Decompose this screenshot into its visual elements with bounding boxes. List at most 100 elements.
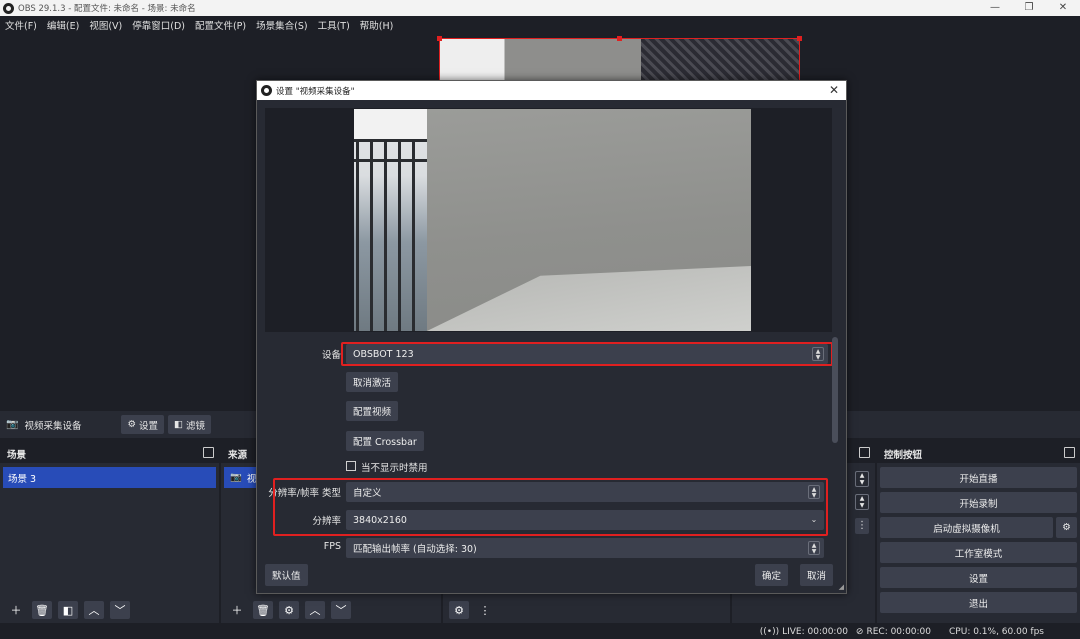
plus-icon: ＋	[10, 604, 22, 617]
mixer-menu-button[interactable]: ⋮	[475, 601, 495, 619]
move-source-down-button[interactable]: ﹀	[331, 601, 351, 619]
move-scene-down-button[interactable]: ﹀	[110, 601, 130, 619]
popout-icon[interactable]	[203, 447, 214, 458]
cpu-usage: CPU: 0.1%, 60.00 fps	[949, 626, 1044, 637]
remove-scene-button[interactable]: 🗑	[32, 601, 52, 619]
remove-source-button[interactable]: 🗑	[253, 601, 273, 619]
virtual-camera-settings-button[interactable]: ⚙	[1056, 517, 1077, 538]
popout-icon[interactable]	[1064, 447, 1075, 458]
menu-profile[interactable]: 配置文件(P)	[195, 18, 246, 32]
scenes-dock-toolbar: ＋ 🗑 ◧ ︿ ﹀	[0, 597, 219, 623]
camera-icon: 📷	[230, 472, 242, 483]
plus-icon: ＋	[231, 604, 243, 617]
camera-feed-window-top	[354, 109, 427, 139]
chevron-down-icon: ﹀	[114, 604, 126, 617]
transition-menu-button[interactable]: ⋮	[855, 518, 869, 534]
filter-icon: ◧	[174, 419, 183, 430]
close-window-button[interactable]: ✕	[1046, 0, 1080, 16]
add-scene-button[interactable]: ＋	[6, 601, 26, 619]
source-properties-dialog: 设置 "视频采集设备" ✕ 设备 OBSBOT 123 ▲ ▼ 取消激活 配置视频…	[256, 80, 847, 594]
add-source-button[interactable]: ＋	[227, 601, 247, 619]
preview-source-frame[interactable]	[439, 38, 800, 82]
start-virtual-camera-button[interactable]: 启动虚拟摄像机	[880, 517, 1053, 538]
camera-icon: 📷	[6, 419, 19, 430]
minimize-button[interactable]: —	[978, 0, 1012, 16]
popout-icon[interactable]	[859, 447, 870, 458]
dialog-scrollbar[interactable]	[832, 337, 838, 443]
resize-handle[interactable]	[617, 36, 622, 41]
menu-edit[interactable]: 编辑(E)	[47, 18, 79, 32]
sources-dock-title: 来源	[228, 449, 248, 461]
source-filters-button[interactable]: ◧ 滤镜	[168, 415, 212, 434]
trash-icon: 🗑	[35, 603, 49, 617]
window-titlebar: OBS 29.1.3 - 配置文件: 未命名 - 场景: 未命名 — ❐ ✕	[0, 0, 1080, 16]
window-rail	[354, 159, 427, 162]
camera-feed-window	[354, 109, 427, 331]
restore-button[interactable]: ❐	[1012, 0, 1046, 16]
sources-dock-toolbar: ＋ 🗑 ⚙ ︿ ﹀	[221, 597, 441, 623]
source-settings-label: 设置	[139, 420, 159, 432]
disable-when-hidden-checkbox[interactable]	[346, 461, 356, 471]
resize-handle[interactable]	[797, 36, 802, 41]
trash-icon: 🗑	[256, 603, 270, 617]
fps-label: FPS	[323, 541, 341, 552]
duration-stepper[interactable]: ▲ ▼	[855, 494, 869, 510]
scene-filters-button[interactable]: ◧	[58, 601, 78, 619]
source-properties-button[interactable]: ⚙	[279, 601, 299, 619]
resize-grip-icon[interactable]: ◢	[839, 583, 844, 591]
chevron-down-icon: ﹀	[335, 604, 347, 617]
gear-icon: ⚙	[127, 419, 136, 430]
cancel-button[interactable]: 取消	[800, 564, 834, 586]
transition-stepper[interactable]: ▲ ▼	[855, 471, 869, 487]
fps-value: 匹配输出帧率 (自动选择: 30)	[353, 544, 477, 555]
menu-scene-collection[interactable]: 场景集合(S)	[256, 18, 307, 32]
fps-select[interactable]: 匹配输出帧率 (自动选择: 30) ▲ ▼	[346, 538, 824, 558]
settings-button[interactable]: 设置	[880, 567, 1077, 588]
window-bar	[398, 139, 401, 331]
configure-video-button[interactable]: 配置视频	[346, 401, 399, 421]
controls-dock: 控制按钮 开始直播 开始录制 启动虚拟摄像机 ⚙ 工作室模式 设置 退出	[877, 444, 1080, 623]
controls-dock-header: 控制按钮	[877, 444, 1080, 463]
window-bar	[412, 139, 415, 331]
window-controls: — ❐ ✕	[978, 0, 1080, 16]
resize-handle[interactable]	[437, 36, 442, 41]
menu-bar: 文件(F) 编辑(E) 视图(V) 停靠窗口(D) 配置文件(P) 场景集合(S…	[0, 16, 1080, 34]
menu-help[interactable]: 帮助(H)	[360, 18, 394, 32]
dialog-video-preview	[265, 108, 832, 332]
source-filters-label: 滤镜	[186, 420, 206, 432]
move-source-up-button[interactable]: ︿	[305, 601, 325, 619]
studio-mode-button[interactable]: 工作室模式	[880, 542, 1077, 563]
close-icon[interactable]: ✕	[829, 83, 839, 97]
exit-button[interactable]: 退出	[880, 592, 1077, 613]
defaults-button[interactable]: 默认值	[265, 564, 308, 586]
ok-button[interactable]: 确定	[755, 564, 789, 586]
start-recording-button[interactable]: 开始录制	[880, 492, 1077, 513]
scenes-dock-title: 场景	[7, 449, 27, 461]
window-title: OBS 29.1.3 - 配置文件: 未命名 - 场景: 未命名	[18, 4, 196, 14]
chevron-up-icon: ︿	[88, 604, 100, 617]
chevron-up-icon: ︿	[309, 604, 321, 617]
window-rail	[354, 139, 427, 142]
deactivate-button[interactable]: 取消激活	[346, 372, 399, 392]
menu-tools[interactable]: 工具(T)	[318, 18, 350, 32]
source-item[interactable]: 📷 视	[224, 467, 260, 488]
start-streaming-button[interactable]: 开始直播	[880, 467, 1077, 488]
menu-file[interactable]: 文件(F)	[5, 18, 37, 32]
menu-view[interactable]: 视图(V)	[89, 18, 122, 32]
scenes-dock: 场景 场景 3 ＋ 🗑 ◧ ︿ ﹀	[0, 444, 219, 623]
source-settings-button[interactable]: ⚙ 设置	[121, 415, 165, 434]
menu-docks[interactable]: 停靠窗口(D)	[132, 18, 185, 32]
window-bar	[384, 139, 387, 331]
move-scene-up-button[interactable]: ︿	[84, 601, 104, 619]
dialog-title: 设置 "视频采集设备"	[276, 86, 355, 97]
scene-item[interactable]: 场景 3	[3, 467, 216, 488]
chevron-updown-icon: ▲ ▼	[808, 541, 820, 555]
highlight-box-device	[341, 342, 833, 366]
gear-icon: ⚙	[1062, 522, 1071, 533]
controls-dock-title: 控制按钮	[884, 449, 923, 461]
advanced-audio-button[interactable]: ⚙	[449, 601, 469, 619]
highlight-box-resolution	[273, 478, 828, 536]
configure-crossbar-button[interactable]: 配置 Crossbar	[346, 431, 424, 451]
gear-icon: ⚙	[284, 603, 294, 617]
more-vertical-icon: ⋮	[479, 603, 491, 617]
